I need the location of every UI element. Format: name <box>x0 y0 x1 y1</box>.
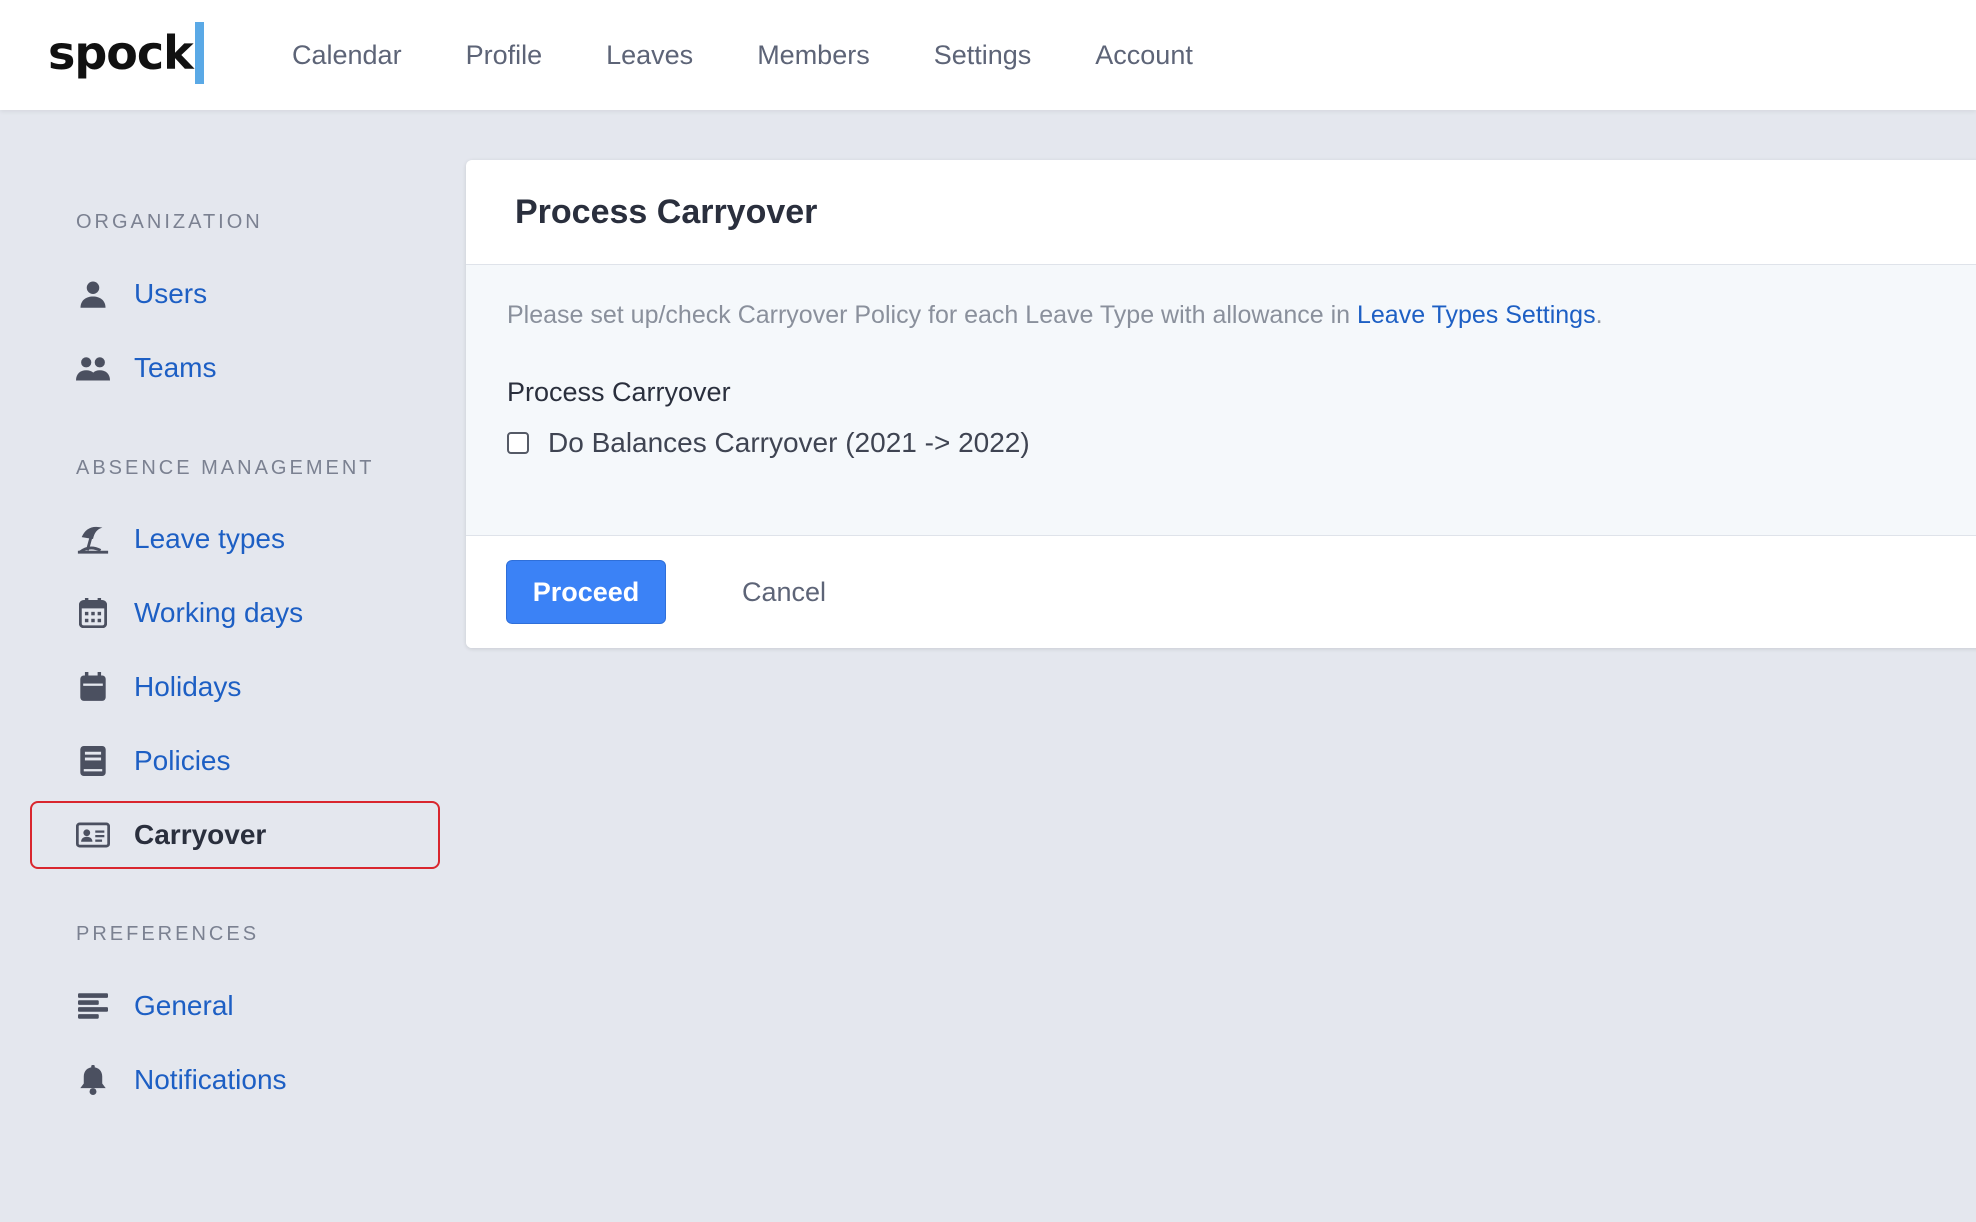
carryover-card: Process Carryover Please set up/check Ca… <box>466 160 1976 648</box>
cancel-button[interactable]: Cancel <box>742 560 826 624</box>
calendar-icon <box>76 670 110 704</box>
sidebar-item-general[interactable]: General <box>30 972 440 1040</box>
user-icon <box>76 277 110 311</box>
section-label-organization: ORGANIZATION <box>76 211 263 233</box>
id-card-icon <box>76 818 110 852</box>
process-carryover-label: Process Carryover <box>507 377 731 407</box>
sidebar-item-working-days[interactable]: Working days <box>30 579 440 647</box>
logo-text: spock <box>48 26 194 80</box>
info-text-prefix: Please set up/check Carryover Policy for… <box>507 301 1357 329</box>
sidebar-item-notifications[interactable]: Notifications <box>30 1046 440 1114</box>
top-navigation-bar: spock Calendar Profile Leaves Members Se… <box>0 0 1976 110</box>
sidebar-item-teams[interactable]: Teams <box>30 334 440 402</box>
card-header: Process Carryover <box>466 160 1976 265</box>
sidebar-item-carryover[interactable]: Carryover <box>30 801 440 869</box>
users-icon <box>76 351 110 385</box>
sidebar-item-label: Users <box>134 278 208 309</box>
main-nav: Calendar Profile Leaves Members Settings… <box>292 0 1257 110</box>
sidebar-item-label: Holidays <box>134 671 242 702</box>
card-footer: Proceed Cancel <box>466 536 1976 648</box>
carryover-checkbox-row[interactable]: Do Balances Carryover (2021 -> 2022) <box>507 427 1030 459</box>
carryover-checkbox[interactable] <box>507 432 529 454</box>
sidebar-item-users[interactable]: Users <box>30 260 440 328</box>
page-title: Process Carryover <box>515 192 818 231</box>
sidebar-item-label: Leave types <box>134 523 285 554</box>
book-icon <box>76 744 110 778</box>
sidebar-item-label: Teams <box>134 352 217 383</box>
logo-cursor-mark <box>194 22 204 84</box>
align-left-icon <box>76 989 110 1023</box>
calendar-grid-icon <box>76 596 110 630</box>
section-label-preferences: PREFERENCES <box>76 923 260 945</box>
nav-calendar[interactable]: Calendar <box>292 40 402 71</box>
carryover-info-text: Please set up/check Carryover Policy for… <box>507 301 1603 330</box>
nav-members[interactable]: Members <box>757 40 870 71</box>
sidebar-item-label: General <box>134 990 234 1021</box>
spock-logo[interactable]: spock <box>48 22 204 84</box>
proceed-button[interactable]: Proceed <box>506 560 666 624</box>
sidebar-item-label: Policies <box>134 745 231 776</box>
sidebar-item-label: Notifications <box>134 1064 287 1095</box>
sidebar-item-label: Working days <box>134 597 304 628</box>
info-text-suffix: . <box>1595 301 1603 329</box>
nav-settings[interactable]: Settings <box>934 40 1032 71</box>
sidebar-item-leave-types[interactable]: Leave types <box>30 505 440 573</box>
nav-profile[interactable]: Profile <box>466 40 543 71</box>
card-body: Please set up/check Carryover Policy for… <box>466 265 1976 536</box>
section-label-absence-management: ABSENCE MANAGEMENT <box>76 457 375 479</box>
carryover-checkbox-label[interactable]: Do Balances Carryover (2021 -> 2022) <box>548 427 1030 459</box>
sidebar-item-label: Carryover <box>134 819 267 850</box>
sidebar-item-holidays[interactable]: Holidays <box>30 653 440 721</box>
umbrella-beach-icon <box>76 522 110 556</box>
sidebar-item-policies[interactable]: Policies <box>30 727 440 795</box>
bell-icon <box>76 1063 110 1097</box>
nav-account[interactable]: Account <box>1095 40 1193 71</box>
nav-leaves[interactable]: Leaves <box>606 40 693 71</box>
leave-types-settings-link[interactable]: Leave Types Settings <box>1357 301 1596 329</box>
